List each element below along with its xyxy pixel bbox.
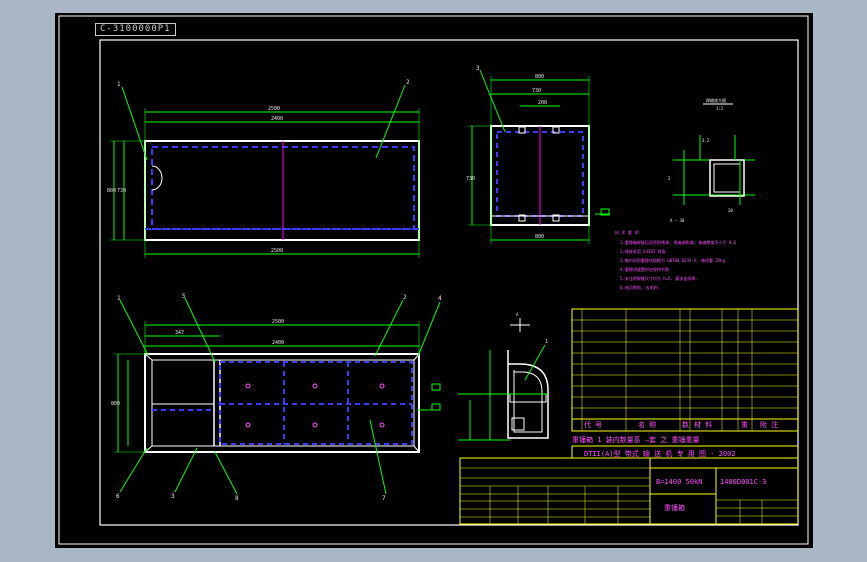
svg-text:20: 20 <box>728 208 733 213</box>
title-block: 重锤箱 1 装内数量系 —套 之 重锤重量 DTII(A)型 带式 输 送 机 … <box>459 435 799 525</box>
svg-text:347: 347 <box>175 330 184 336</box>
drawing-number: 1400D001C-3 <box>720 478 766 486</box>
svg-text:3.箱内所用重锤块规格为 GB700 Q235-A, 每块重: 3.箱内所用重锤块规格为 GB700 Q235-A, 每块重 25kg <box>620 257 726 263</box>
plan-view: 1 5 2 4 6 3 8 7 2500 347 2400 800 <box>111 293 442 502</box>
svg-text:3: 3 <box>171 493 175 500</box>
svg-text:8: 8 <box>235 495 239 502</box>
bom-header-weight: 重 <box>741 421 748 429</box>
bom-table: 代 号 名 称 数 材 料 重 附 注 <box>571 308 799 432</box>
svg-text:2500: 2500 <box>271 248 283 254</box>
section-view: A 1 <box>458 312 549 441</box>
svg-text:2400: 2400 <box>271 116 283 122</box>
svg-text:6: 6 <box>116 493 120 500</box>
svg-text:2500: 2500 <box>272 319 284 325</box>
svg-text:800: 800 <box>535 74 544 80</box>
svg-text:1: 1 <box>117 81 121 88</box>
svg-text:2400: 2400 <box>272 340 284 346</box>
svg-text:730: 730 <box>466 176 475 182</box>
svg-text:1: 1 <box>545 339 548 345</box>
weight-summary: 重锤箱 1 装内数量系 —套 之 重锤重量 <box>572 435 700 444</box>
svg-text:4: 4 <box>438 295 442 302</box>
bom-header-code: 代 号 <box>584 420 602 429</box>
svg-text:1: 1 <box>117 295 121 302</box>
svg-text:1:2: 1:2 <box>716 106 724 111</box>
bom-header-material: 材 料 <box>694 420 712 429</box>
cad-drawing: 1 2 2500 2400 2500 800 730 3 800 730 200… <box>58 15 809 545</box>
svg-text:A: A <box>516 312 519 317</box>
svg-text:1.重锤箱焊接后须涂防锈漆, 两遍调和漆, 每遍厚度不小于: 1.重锤箱焊接后须涂防锈漆, 两遍调和漆, 每遍厚度不小于 0.6 <box>620 239 737 245</box>
svg-text:800: 800 <box>107 188 116 194</box>
svg-text:4.重锤块放置时应保持平稳.: 4.重锤块放置时应保持平稳. <box>620 266 671 272</box>
technical-notes: 技 术 要 求: 1.重锤箱焊接后须涂防锈漆, 两遍调和漆, 每遍厚度不小于 0… <box>615 229 737 290</box>
spec-label: B=1400 50kN <box>656 478 702 486</box>
bom-header-qty: 数 <box>682 420 689 429</box>
svg-text:2500: 2500 <box>268 106 280 112</box>
part-name: 重锤箱 <box>664 503 685 512</box>
svg-text:200: 200 <box>538 100 547 106</box>
svg-text:5.未注明焊缝尺寸均为 h=5, 要求连续焊.: 5.未注明焊缝尺寸均为 h=5, 要求连续焊. <box>620 275 698 281</box>
svg-text:7: 7 <box>382 495 386 502</box>
svg-text:730: 730 <box>532 88 541 94</box>
bom-header-note: 附 注 <box>760 420 778 429</box>
svg-text:焊缝放大图: 焊缝放大图 <box>706 97 726 103</box>
front-view: 1 2 2500 2400 2500 800 730 <box>107 79 420 258</box>
svg-text:技 术 要 求:: 技 术 要 求: <box>615 229 641 235</box>
svg-text:800: 800 <box>535 234 544 240</box>
detail-view: 焊缝放大图 1:2 3.2 2 20 A — 30 <box>668 97 755 223</box>
svg-text:6.锐边倒钝, 去毛刺.: 6.锐边倒钝, 去毛刺. <box>620 284 660 290</box>
svg-text:2: 2 <box>668 176 671 181</box>
svg-text:3: 3 <box>476 65 480 72</box>
side-view: 3 800 730 200 800 730 <box>466 65 610 244</box>
project-title: DTII(A)型 带式 输 送 机 专 用 图 - 2002 <box>584 449 736 458</box>
svg-text:2: 2 <box>403 294 407 301</box>
svg-text:5: 5 <box>182 293 186 300</box>
svg-text:2: 2 <box>406 79 410 86</box>
svg-text:2.焊接采用 E4303 焊条.: 2.焊接采用 E4303 焊条. <box>620 248 668 254</box>
svg-text:730: 730 <box>117 188 126 194</box>
svg-text:A — 30: A — 30 <box>670 218 685 223</box>
svg-text:3.2: 3.2 <box>702 138 710 143</box>
svg-text:800: 800 <box>111 401 120 407</box>
bom-header-name: 名 称 <box>638 420 656 429</box>
